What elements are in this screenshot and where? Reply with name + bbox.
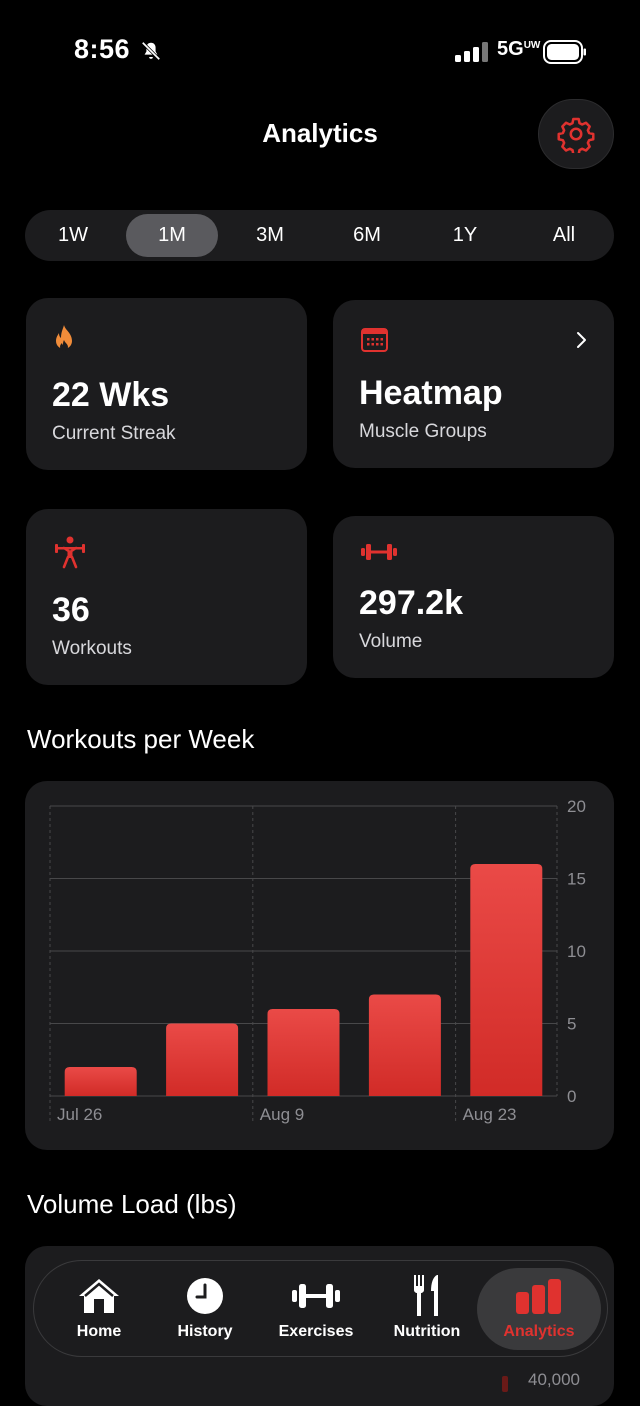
bar-aug-9[interactable]: [267, 1009, 340, 1096]
fork-knife-icon: [414, 1275, 438, 1316]
range-option-1w[interactable]: 1W: [27, 214, 119, 257]
streak-label: Current Streak: [52, 423, 176, 444]
cellular-signal-icon: [455, 42, 488, 62]
heatmap-card[interactable]: Heatmap Muscle Groups: [333, 300, 614, 468]
workouts-label: Workouts: [52, 638, 132, 659]
heatmap-label: Muscle Groups: [359, 421, 487, 442]
range-option-6m[interactable]: 6M: [321, 214, 413, 257]
x-tick-label: Aug 23: [463, 1105, 517, 1124]
gear-icon: [557, 117, 595, 153]
calendar-grid-icon: [361, 328, 388, 352]
house-icon: [79, 1279, 119, 1313]
status-time: 8:56: [74, 34, 131, 64]
volume-chart-y-tick: 40,000: [528, 1370, 580, 1389]
streak-card[interactable]: 22 Wks Current Streak: [26, 298, 307, 470]
chevron-right-icon: [577, 332, 586, 348]
workouts-chart-card: 0 5 10 15 20 Jul 26 Aug 9 Aug 23: [25, 781, 614, 1150]
tab-history[interactable]: History: [150, 1261, 260, 1356]
tab-home[interactable]: Home: [44, 1261, 154, 1356]
dumbbell-icon: [361, 544, 397, 560]
bar-aug-16[interactable]: [368, 994, 441, 1097]
volume-load-title: Volume Load (lbs): [27, 1189, 237, 1219]
range-option-1m[interactable]: 1M: [126, 214, 218, 257]
flame-icon: [56, 325, 72, 351]
range-option-1y[interactable]: 1Y: [419, 214, 511, 257]
y-tick-label: 5: [567, 1015, 576, 1034]
workouts-bar-chart: 0 5 10 15 20 Jul 26 Aug 9 Aug 23: [49, 797, 586, 1124]
tab-analytics[interactable]: Analytics: [484, 1261, 594, 1356]
tab-analytics-label: Analytics: [503, 1323, 575, 1340]
volume-chart-bar-peek: [502, 1376, 508, 1392]
y-tick-label: 20: [567, 797, 586, 816]
clock-icon: [187, 1278, 223, 1314]
bar-aug-23[interactable]: [470, 864, 543, 1096]
dumbbell-icon: [292, 1284, 340, 1308]
bar-jul-26[interactable]: [64, 1067, 137, 1096]
volume-label: Volume: [359, 631, 423, 652]
y-tick-label: 10: [567, 942, 586, 961]
battery-icon: [543, 40, 586, 64]
network-indicator: 5GUW: [497, 38, 541, 60]
heatmap-title: Heatmap: [359, 374, 503, 412]
network-superscript: UW: [523, 40, 541, 51]
workouts-card[interactable]: 36 Workouts: [26, 509, 307, 685]
tab-nutrition[interactable]: Nutrition: [372, 1261, 482, 1356]
weightlifter-icon: [55, 536, 85, 569]
streak-value: 22 Wks: [52, 376, 170, 414]
range-selector: 1W 1M 3M 6M 1Y All: [25, 210, 614, 261]
range-option-all[interactable]: All: [518, 214, 610, 257]
bell-slash-icon: [141, 41, 161, 61]
volume-value: 297.2k: [359, 584, 463, 622]
y-tick-label: 0: [567, 1087, 576, 1106]
tab-home-label: Home: [76, 1323, 122, 1340]
workouts-value: 36: [52, 591, 90, 629]
tab-bar: Home History Exercises Nutrition Analyti…: [33, 1260, 608, 1357]
settings-button[interactable]: [538, 99, 614, 169]
tab-exercises-label: Exercises: [278, 1323, 354, 1340]
tab-nutrition-label: Nutrition: [393, 1323, 461, 1340]
bar-chart-icon: [516, 1279, 561, 1314]
volume-card[interactable]: 297.2k Volume: [333, 516, 614, 678]
x-tick-label: Jul 26: [57, 1105, 102, 1124]
x-tick-label: Aug 9: [260, 1105, 304, 1124]
bar-aug-2[interactable]: [166, 1023, 239, 1097]
tab-exercises[interactable]: Exercises: [261, 1261, 371, 1356]
tab-history-label: History: [177, 1323, 233, 1340]
workouts-per-week-title: Workouts per Week: [27, 724, 255, 754]
range-option-3m[interactable]: 3M: [224, 214, 316, 257]
y-tick-label: 15: [567, 870, 586, 889]
